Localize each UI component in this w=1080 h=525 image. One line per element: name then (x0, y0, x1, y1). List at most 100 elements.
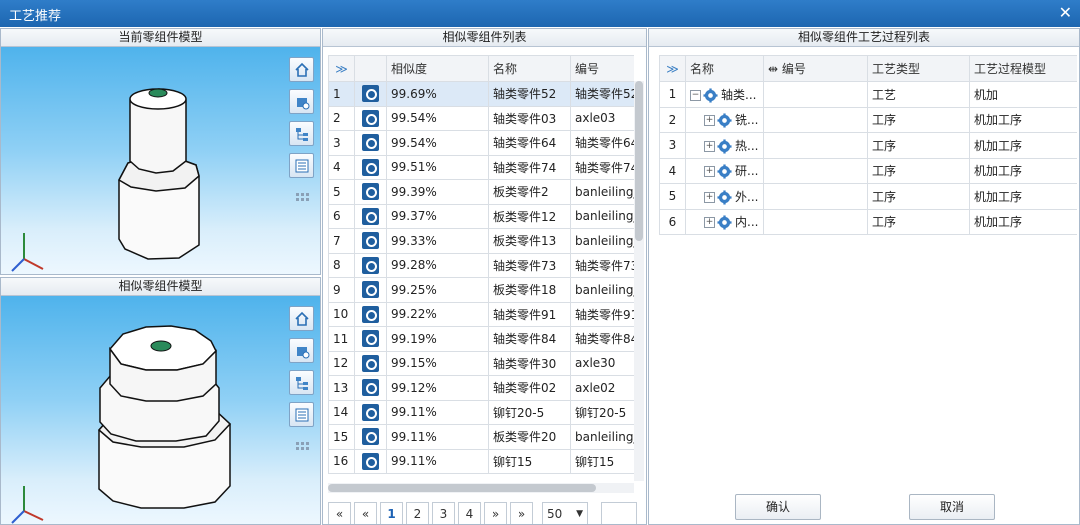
table-row[interactable]: 9 99.25%板类零件18banleilingjian18 (328, 277, 634, 303)
last-page-button[interactable]: » (510, 502, 533, 524)
table-row[interactable]: 10 99.22% 轴类零件91 轴类零件91 (328, 301, 634, 327)
gear-icon[interactable] (362, 207, 379, 225)
process-model-cell: 机加工序 (969, 157, 1077, 184)
gear-icon[interactable] (362, 428, 379, 446)
node-name: 内... (735, 215, 759, 230)
tree-row[interactable]: 2 + 铣... 工序 机加工序 (659, 106, 1077, 133)
collapse-icon[interactable]: − (690, 89, 701, 101)
confirm-button[interactable]: 确认 (735, 494, 821, 520)
table-row[interactable]: 1 99.69% 轴类零件52 轴类零件52 (328, 81, 634, 107)
collapse-all-icon[interactable]: ≫ (659, 55, 686, 82)
gear-icon[interactable] (362, 232, 379, 250)
page-3-button[interactable]: 3 (432, 502, 455, 524)
table-row[interactable]: 5 99.39%板类零件2banleilingjian2 (328, 179, 634, 205)
tree-row[interactable]: 3 + 热... 工序 机加工序 (659, 132, 1077, 159)
table-row[interactable]: 2 99.54% 轴类零件03 axle03 (328, 105, 634, 131)
page-size-select[interactable]: 50 ▼ (542, 502, 588, 524)
table-row[interactable]: 16 99.11% 铆钉15 铆钉15 (328, 448, 634, 474)
page-2-button[interactable]: 2 (406, 502, 429, 524)
gear-icon[interactable] (362, 330, 379, 348)
table-row[interactable]: 4 99.51% 轴类零件74 轴类零件74 (328, 154, 634, 180)
code-cell: 铆钉20-5 (570, 399, 634, 425)
cancel-button[interactable]: 取消 (909, 494, 995, 520)
table-row[interactable]: 11 99.19% 轴类零件84 轴类零件84 (328, 326, 634, 352)
first-page-button[interactable]: « (328, 502, 351, 524)
row-index: 1 (659, 81, 686, 108)
process-type-cell: 工序 (867, 132, 970, 159)
rotate-view-icon[interactable] (289, 89, 314, 114)
table-row[interactable]: 13 99.12% 轴类零件02 axle02 (328, 375, 634, 401)
prev-page-button[interactable]: « (354, 502, 377, 524)
gear-icon[interactable] (362, 281, 379, 299)
header-process-model[interactable]: 工艺过程模型 (969, 55, 1077, 82)
gear-icon[interactable] (362, 85, 379, 103)
tree-row[interactable]: 1− 轴类... 工艺 机加 (659, 81, 1077, 108)
list-view-icon[interactable] (289, 153, 314, 178)
page-jump-input[interactable] (601, 502, 637, 524)
gear-icon[interactable] (362, 354, 379, 372)
gear-icon[interactable] (362, 305, 379, 323)
tree-view-icon[interactable] (289, 121, 314, 146)
title-bar: 工艺推荐 ✕ (0, 0, 1080, 27)
similarity-cell: 99.15% (386, 350, 489, 376)
similarity-cell: 99.11% (386, 399, 489, 425)
gear-icon[interactable] (362, 256, 379, 274)
current-model-viewport[interactable] (1, 47, 320, 274)
page-4-button[interactable]: 4 (458, 502, 481, 524)
table-row[interactable]: 3 99.54% 轴类零件64 轴类零件64 (328, 130, 634, 156)
expand-icon[interactable]: + (704, 191, 715, 203)
name-cell: 板类零件12 (488, 203, 571, 229)
home-icon[interactable] (289, 306, 314, 331)
gear-icon[interactable] (362, 452, 379, 470)
parts-vscroll[interactable] (634, 81, 644, 481)
next-page-button[interactable]: » (484, 502, 507, 524)
close-icon[interactable]: ✕ (1059, 3, 1072, 22)
gear-icon[interactable] (362, 183, 379, 201)
code-cell: 轴类零件73 (570, 252, 634, 278)
table-row[interactable]: 14 99.11% 铆钉20-5 铆钉20-5 (328, 399, 634, 425)
name-cell: 轴类零件03 (488, 105, 571, 131)
row-index: 13 (328, 375, 355, 401)
code-cell: 轴类零件52 (570, 81, 634, 107)
tree-view-icon[interactable] (289, 370, 314, 395)
grid-view-icon[interactable] (289, 434, 314, 459)
collapse-all-icon[interactable]: ≫ (328, 55, 355, 82)
gear-icon[interactable] (362, 134, 379, 152)
expand-icon[interactable]: + (704, 217, 715, 229)
gear-icon[interactable] (362, 403, 379, 421)
row-index: 1 (328, 81, 355, 107)
header-name[interactable]: 名称 (488, 55, 571, 82)
header-code[interactable]: ⇹ 编号 (763, 55, 868, 82)
parts-hscroll-thumb[interactable] (328, 484, 596, 492)
expand-icon[interactable]: + (704, 115, 715, 127)
gear-icon[interactable] (362, 109, 379, 127)
tree-row[interactable]: 6 + 内... 工序 机加工序 (659, 208, 1077, 235)
tree-row[interactable]: 4 + 研... 工序 机加工序 (659, 157, 1077, 184)
parts-vscroll-thumb[interactable] (635, 81, 643, 241)
row-index: 6 (659, 208, 686, 235)
tree-row[interactable]: 5 + 外... 工序 机加工序 (659, 183, 1077, 210)
table-row[interactable]: 6 99.37%板类零件12banleilingjian12 (328, 203, 634, 229)
header-name[interactable]: 名称 (685, 55, 764, 82)
list-view-icon[interactable] (289, 402, 314, 427)
gear-icon[interactable] (362, 158, 379, 176)
gear-icon[interactable] (362, 379, 379, 397)
table-row[interactable]: 8 99.28% 轴类零件73 轴类零件73 (328, 252, 634, 278)
code-cell: axle30 (570, 350, 634, 376)
header-code[interactable]: 编号 (570, 55, 634, 82)
table-row[interactable]: 15 99.11%板类零件20banleilingjian20 (328, 424, 634, 450)
table-row[interactable]: 12 99.15% 轴类零件30 axle30 (328, 350, 634, 376)
expand-icon[interactable]: + (704, 140, 715, 152)
header-process-type[interactable]: 工艺类型 (867, 55, 970, 82)
process-model-cell: 机加 (969, 81, 1077, 108)
expand-icon[interactable]: + (704, 166, 715, 178)
grid-view-icon[interactable] (289, 185, 314, 210)
header-similarity[interactable]: 相似度 (386, 55, 489, 82)
page-1-button[interactable]: 1 (380, 502, 403, 524)
table-row[interactable]: 7 99.33%板类零件13banleilingjian13 (328, 228, 634, 254)
parts-hscroll[interactable] (328, 483, 634, 493)
row-index: 9 (328, 277, 355, 303)
home-icon[interactable] (289, 57, 314, 82)
rotate-view-icon[interactable] (289, 338, 314, 363)
similar-model-viewport[interactable] (1, 296, 320, 524)
